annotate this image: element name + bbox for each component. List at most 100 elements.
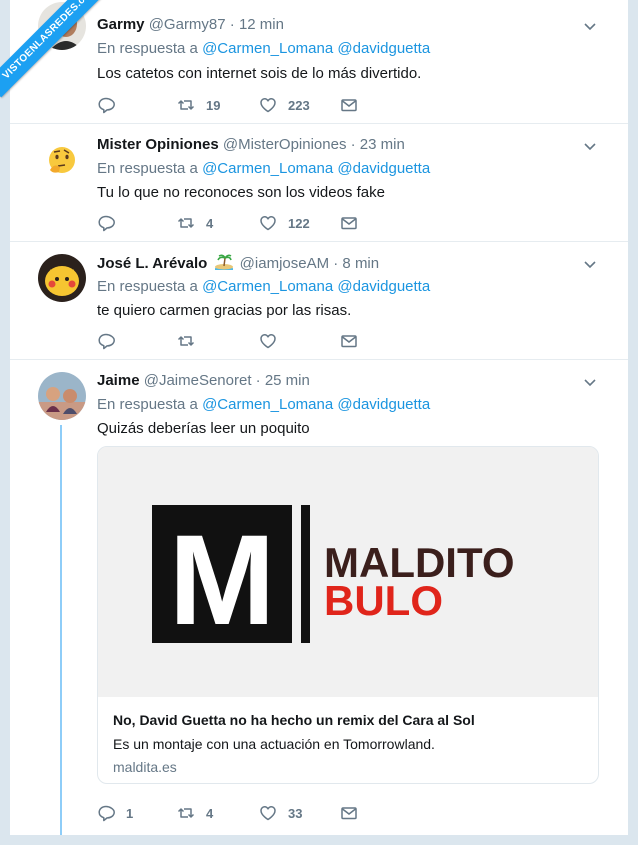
- timestamp[interactable]: · 8 min: [333, 255, 379, 272]
- tweet-actions: 4 122: [97, 213, 437, 233]
- mention-link[interactable]: @Carmen_Lomana: [202, 278, 333, 295]
- heart-icon: [260, 98, 276, 113]
- reply-icon: [98, 805, 115, 822]
- mention-link[interactable]: @davidguetta: [337, 396, 430, 413]
- mention-link[interactable]: @Carmen_Lomana: [202, 396, 333, 413]
- retweet-button[interactable]: [177, 331, 195, 351]
- display-name[interactable]: Garmy: [97, 16, 145, 33]
- mention-link[interactable]: @davidguetta: [337, 278, 430, 295]
- heart-icon: [260, 216, 276, 231]
- reply-prefix: En respuesta a: [97, 40, 198, 57]
- retweet-count: 19: [206, 97, 221, 113]
- retweet-button[interactable]: 19: [177, 95, 220, 115]
- user-handle[interactable]: @Garmy87: [149, 16, 226, 33]
- reply-count: 1: [126, 805, 134, 821]
- tweet-text: te quiero carmen gracias por las risas.: [97, 302, 352, 319]
- maldito-bulo-logo: M MALDITO BULO: [98, 447, 598, 697]
- retweet-icon: [177, 336, 195, 346]
- envelope-icon: [341, 335, 357, 348]
- mention-link[interactable]: @davidguetta: [337, 40, 430, 57]
- tweet-header: Garmy @Garmy87 · 12 min: [97, 16, 284, 33]
- retweet-button[interactable]: 4: [177, 213, 213, 233]
- avatar[interactable]: [38, 136, 86, 184]
- reply-button[interactable]: [97, 331, 115, 351]
- reply-prefix: En respuesta a: [97, 396, 198, 413]
- reply-prefix: En respuesta a: [97, 160, 198, 177]
- reply-prefix: En respuesta a: [97, 278, 198, 295]
- thread-connector-line: [60, 425, 62, 835]
- like-button[interactable]: 33: [259, 803, 302, 823]
- display-name[interactable]: Jaime: [97, 372, 140, 389]
- tweet-header: Mister Opiniones @MisterOpiniones · 23 m…: [97, 136, 405, 153]
- timestamp[interactable]: · 12 min: [230, 16, 284, 33]
- avatar[interactable]: [38, 254, 86, 302]
- reply-context: En respuesta a @Carmen_Lomana @davidguet…: [97, 396, 430, 413]
- timeline: Garmy @Garmy87 · 12 min En respuesta a @…: [10, 0, 628, 835]
- chevron-down-icon[interactable]: [582, 256, 598, 272]
- direct-message-button[interactable]: [340, 331, 358, 351]
- like-button[interactable]: 223: [259, 95, 310, 115]
- card-title: No, David Guetta no ha hecho un remix de…: [113, 712, 475, 728]
- envelope-icon: [341, 217, 357, 230]
- display-name[interactable]: José L. Arévalo: [97, 255, 207, 272]
- like-count: 33: [288, 805, 303, 821]
- retweet-count: 4: [206, 215, 214, 231]
- direct-message-button[interactable]: [340, 803, 358, 823]
- reply-icon: [98, 333, 115, 350]
- reply-context: En respuesta a @Carmen_Lomana @davidguet…: [97, 160, 430, 177]
- direct-message-button[interactable]: [340, 213, 358, 233]
- reply-context: En respuesta a @Carmen_Lomana @davidguet…: [97, 278, 430, 295]
- reply-button[interactable]: [97, 95, 115, 115]
- heart-icon: [260, 334, 276, 349]
- direct-message-button[interactable]: [340, 95, 358, 115]
- tweet[interactable]: Mister Opiniones @MisterOpiniones · 23 m…: [10, 124, 628, 242]
- tweet-text: Los catetos con internet sois de lo más …: [97, 65, 422, 82]
- retweet-button[interactable]: 4: [177, 803, 213, 823]
- chevron-down-icon[interactable]: [582, 18, 598, 34]
- tweet-actions: 1 4 33: [97, 803, 437, 823]
- like-count: 223: [288, 97, 310, 113]
- reply-context: En respuesta a @Carmen_Lomana @davidguet…: [97, 40, 430, 57]
- envelope-icon: [341, 99, 357, 112]
- user-handle[interactable]: @MisterOpiniones: [223, 136, 347, 153]
- heart-icon: [260, 806, 276, 821]
- tweet-text: Tu lo que no reconoces son los videos fa…: [97, 184, 385, 201]
- timestamp[interactable]: · 25 min: [256, 372, 310, 389]
- retweet-icon: [177, 808, 195, 818]
- retweet-icon: [177, 218, 195, 228]
- retweet-icon: [177, 100, 195, 110]
- reply-icon: [98, 97, 115, 114]
- reply-button[interactable]: 1: [97, 803, 133, 823]
- logo-word-bottom: BULO: [324, 577, 443, 624]
- user-handle[interactable]: @iamjoseAM: [240, 255, 329, 272]
- user-handle[interactable]: @JaimeSenoret: [144, 372, 252, 389]
- display-name[interactable]: Mister Opiniones: [97, 136, 219, 153]
- envelope-icon: [341, 807, 357, 820]
- reply-icon: [98, 215, 115, 232]
- tweet[interactable]: Jaime @JaimeSenoret · 25 min En respuest…: [10, 360, 628, 835]
- retweet-count: 4: [206, 805, 214, 821]
- like-button[interactable]: [259, 331, 277, 351]
- link-card[interactable]: M MALDITO BULO No, David Guetta no ha he…: [97, 446, 599, 784]
- tweet-actions: [97, 331, 437, 351]
- logo-letter: M: [169, 509, 276, 652]
- card-image: M MALDITO BULO: [98, 447, 598, 697]
- mention-link[interactable]: @Carmen_Lomana: [202, 40, 333, 57]
- chevron-down-icon[interactable]: [582, 374, 598, 390]
- avatar[interactable]: [38, 372, 86, 420]
- mention-link[interactable]: @Carmen_Lomana: [202, 160, 333, 177]
- like-count: 122: [288, 215, 310, 231]
- timestamp[interactable]: · 23 min: [351, 136, 405, 153]
- island-emoji-icon: [214, 254, 233, 270]
- tweet-text: Quizás deberías leer un poquito: [97, 420, 310, 437]
- tweet[interactable]: Garmy @Garmy87 · 12 min En respuesta a @…: [10, 0, 628, 124]
- chevron-down-icon[interactable]: [582, 138, 598, 154]
- tweet[interactable]: José L. Arévalo @iamjoseAM · 8 min En re…: [10, 242, 628, 360]
- mention-link[interactable]: @davidguetta: [337, 160, 430, 177]
- card-description: Es un montaje con una actuación en Tomor…: [113, 736, 435, 752]
- like-button[interactable]: 122: [259, 213, 310, 233]
- card-domain: maldita.es: [113, 759, 177, 775]
- tweet-header: José L. Arévalo @iamjoseAM · 8 min: [97, 254, 379, 272]
- tweet-header: Jaime @JaimeSenoret · 25 min: [97, 372, 310, 389]
- reply-button[interactable]: [97, 213, 115, 233]
